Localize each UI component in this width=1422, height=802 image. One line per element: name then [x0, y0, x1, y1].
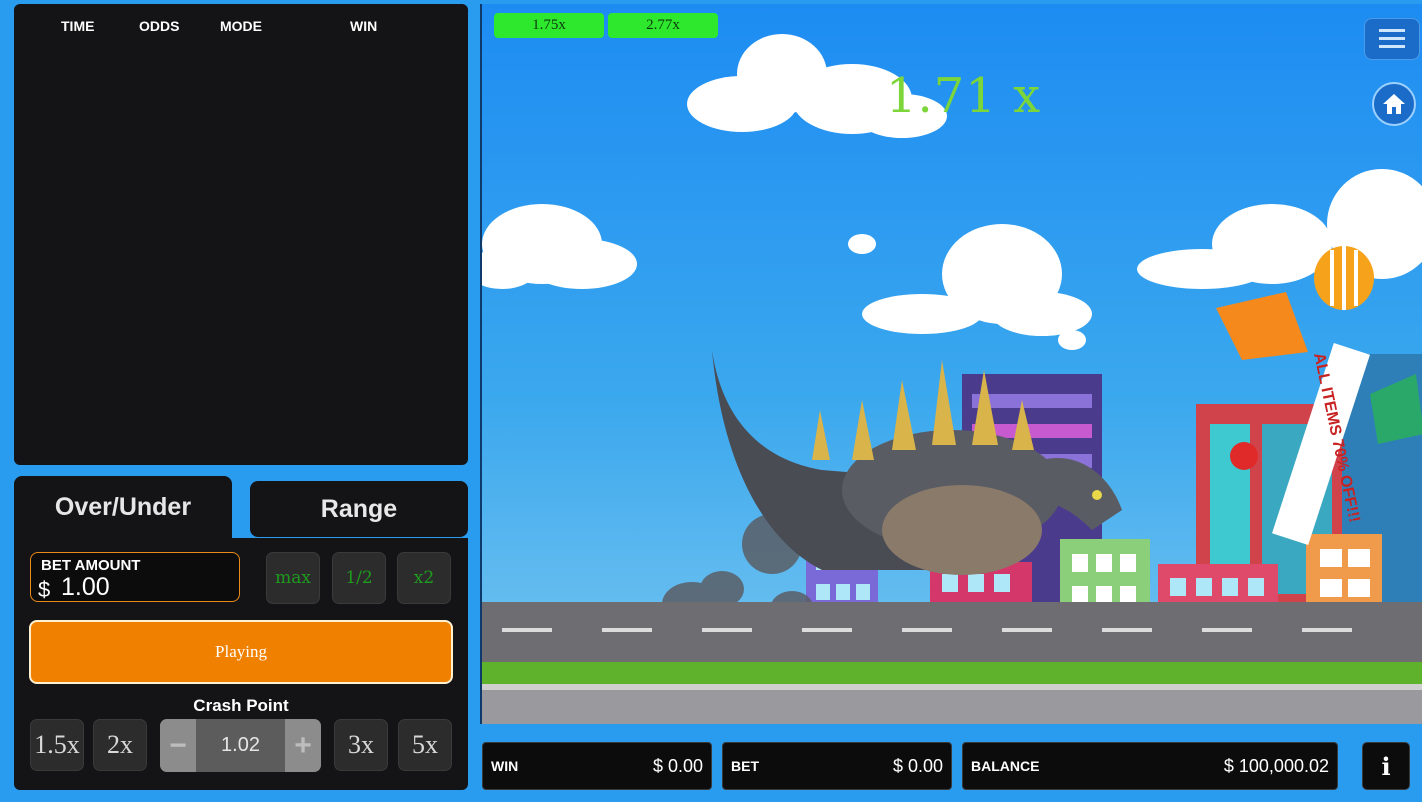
bet-value: $ 0.00 [892, 756, 943, 776]
current-multiplier: 1.71 x [886, 68, 1042, 124]
balance-label: BALANCE [971, 758, 1040, 774]
crash-point-stepper: − 1.02 + [160, 719, 321, 772]
bet-display: BET $ 0.00 [722, 742, 952, 790]
crash-preset-1-5x-button[interactable]: 1.5x [30, 719, 84, 771]
bet-label: BET [731, 758, 759, 774]
game-scene: 1.75x 2.77x 1.71 x ALL ITEMS 70% OFF!!! [480, 4, 1422, 724]
bet-history-panel: TIME ODDS MODE WIN [14, 4, 468, 465]
road [482, 602, 1422, 662]
history-header-odds: ODDS [139, 18, 180, 34]
home-icon [1383, 94, 1405, 114]
crash-point-increase-button[interactable]: + [285, 719, 321, 772]
bet-double-button[interactable]: x2 [397, 552, 451, 604]
history-header-time: TIME [61, 18, 95, 34]
grass-strip [482, 662, 1422, 684]
bet-amount-label: BET AMOUNT [41, 557, 141, 574]
crash-preset-2x-button[interactable]: 2x [93, 719, 147, 771]
hamburger-icon [1379, 29, 1405, 48]
sale-billboard: ALL ITEMS 70% OFF!!! [1216, 246, 1422, 545]
bet-max-button[interactable]: max [266, 552, 320, 604]
tab-over-under[interactable]: Over/Under [14, 476, 232, 538]
info-button[interactable]: i [1362, 742, 1410, 790]
recent-multiplier-2: 2.77x [608, 13, 718, 38]
home-button[interactable] [1372, 82, 1416, 126]
win-value: $ 0.00 [652, 756, 703, 776]
crash-point-label: Crash Point [193, 696, 289, 715]
history-header-mode: MODE [220, 18, 262, 34]
balance-display: BALANCE $ 100,000.02 [962, 742, 1338, 790]
crash-preset-5x-button[interactable]: 5x [398, 719, 452, 771]
crash-point-value[interactable]: 1.02 [196, 719, 285, 772]
bet-half-button[interactable]: 1/2 [332, 552, 386, 604]
bet-controls-panel: BET AMOUNT $ 1.00 max 1/2 x2 Playing Cra… [14, 538, 468, 790]
menu-button[interactable] [1364, 18, 1420, 60]
play-button[interactable]: Playing [29, 620, 453, 684]
win-label: WIN [491, 758, 519, 774]
tab-range[interactable]: Range [250, 481, 468, 537]
bet-amount-field[interactable]: BET AMOUNT $ 1.00 [30, 552, 240, 602]
win-display: WIN $ 0.00 [482, 742, 712, 790]
history-header-win: WIN [350, 18, 378, 34]
crash-preset-3x-button[interactable]: 3x [334, 719, 388, 771]
kaiju-monster [712, 350, 1122, 575]
balance-value: $ 100,000.02 [1223, 756, 1329, 776]
recent-multiplier-1: 1.75x [494, 13, 604, 38]
bet-currency-symbol: $ [38, 577, 51, 602]
crash-point-decrease-button[interactable]: − [160, 719, 196, 772]
bet-amount-value: 1.00 [61, 573, 110, 601]
sidewalk [482, 684, 1422, 724]
